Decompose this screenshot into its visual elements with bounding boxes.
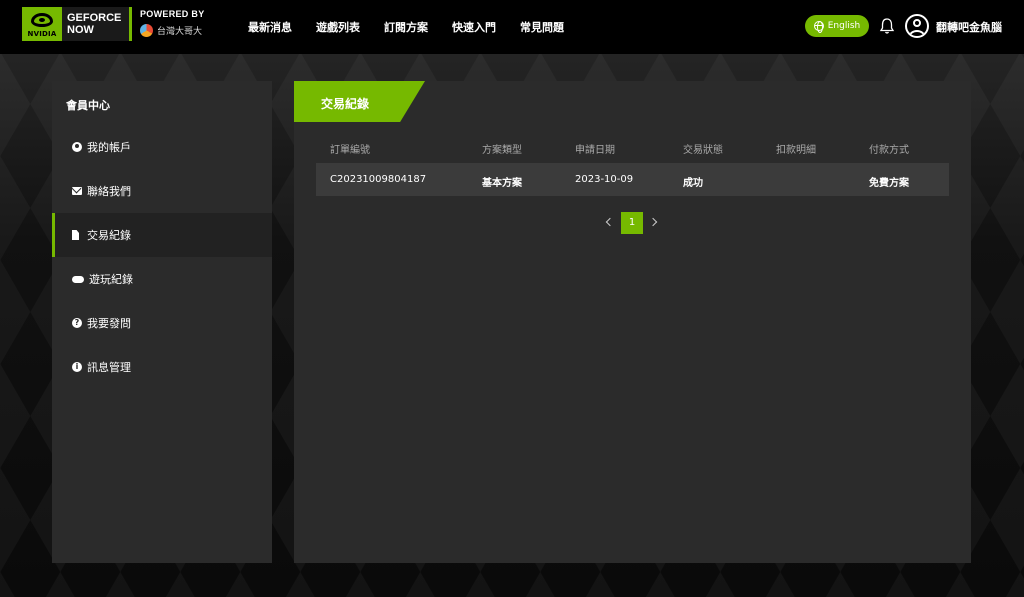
- table-header: 訂單編號 方案類型 申請日期 交易狀態 扣款明細 付款方式: [316, 136, 949, 160]
- column-plan-type: 方案類型: [482, 145, 522, 156]
- sidebar-item-label: 交易紀錄: [87, 229, 131, 242]
- sidebar-item-label: 我的帳戶: [87, 141, 131, 154]
- bell-icon[interactable]: [879, 17, 895, 35]
- sidebar-item-messages[interactable]: i 訊息管理: [52, 345, 272, 389]
- main-menu: 最新消息 遊戲列表 訂閱方案 快速入門 常見問題: [248, 19, 588, 35]
- nav-item-games[interactable]: 遊戲列表: [316, 19, 360, 35]
- user-avatar-icon[interactable]: [905, 14, 929, 38]
- sidebar-item-label: 訊息管理: [87, 361, 131, 374]
- sidebar-item-label: 我要發問: [87, 317, 131, 330]
- nvidia-logo-text: NVIDIA: [27, 30, 57, 38]
- powered-by-block: POWERED BY 台灣大哥大: [140, 9, 220, 37]
- globe-icon: [813, 21, 824, 33]
- column-order-number: 訂單編號: [330, 145, 370, 156]
- transaction-table: 訂單編號 方案類型 申請日期 交易狀態 扣款明細 付款方式 C202310098…: [316, 136, 949, 196]
- geforce-now-logo[interactable]: NVIDIA GEFORCE NOW: [22, 7, 132, 41]
- cell-apply-date: 2023-10-09: [575, 174, 634, 185]
- pagination: 1: [600, 212, 660, 234]
- transaction-panel: 交易紀錄 訂單編號 方案類型 申請日期 交易狀態 扣款明細 付款方式 C2023…: [294, 81, 971, 563]
- question-icon: ?: [72, 318, 82, 328]
- mail-icon: [72, 187, 82, 195]
- powered-by-label: POWERED BY: [140, 9, 205, 19]
- product-name-line2: NOW: [67, 24, 94, 36]
- previous-page-button[interactable]: [604, 216, 615, 230]
- user-icon: [72, 142, 82, 152]
- nav-item-news[interactable]: 最新消息: [248, 19, 292, 35]
- nav-item-faq[interactable]: 常見問題: [520, 19, 564, 35]
- language-button[interactable]: English: [805, 15, 869, 37]
- sidebar-item-contact-us[interactable]: 聯絡我們: [52, 169, 272, 213]
- column-payment-method: 付款方式: [869, 145, 909, 156]
- cell-order-number: C20231009804187: [330, 174, 427, 185]
- column-status: 交易狀態: [683, 145, 723, 156]
- username[interactable]: 翻轉吧金魚腦: [936, 19, 1002, 35]
- product-name-line1: GEFORCE: [67, 12, 122, 24]
- column-apply-date: 申請日期: [575, 145, 615, 156]
- nvidia-logo: NVIDIA: [22, 7, 62, 41]
- nvidia-eye-icon: [31, 13, 53, 27]
- page-title: 交易紀錄: [321, 97, 370, 111]
- nav-item-getting-started[interactable]: 快速入門: [452, 19, 496, 35]
- partner-name: 台灣大哥大: [157, 26, 203, 36]
- member-sidebar: 會員中心 我的帳戶 聯絡我們 交易紀錄 遊玩紀錄 ? 我要發問 i 訊息管理: [52, 81, 272, 563]
- cell-status: 成功: [683, 178, 703, 189]
- info-icon: i: [72, 362, 82, 372]
- chevron-left-icon: [605, 217, 615, 227]
- sidebar-item-transactions[interactable]: 交易紀錄: [52, 213, 272, 257]
- cell-payment-method: 免費方案: [869, 178, 909, 189]
- product-name: GEFORCE NOW: [62, 7, 132, 41]
- column-charge-details: 扣款明細: [776, 145, 816, 156]
- nav-item-plans[interactable]: 訂閱方案: [384, 19, 428, 35]
- partner-logo: 台灣大哥大: [140, 24, 220, 37]
- sidebar-item-label: 聯絡我們: [87, 185, 131, 198]
- table-row: C20231009804187 基本方案 2023-10-09 成功 免費方案: [316, 163, 949, 196]
- sidebar-item-play-history[interactable]: 遊玩紀錄: [52, 257, 272, 301]
- sidebar-item-ask-question[interactable]: ? 我要發問: [52, 301, 272, 345]
- top-navigation-bar: NVIDIA GEFORCE NOW POWERED BY 台灣大哥大 最新消息…: [0, 0, 1024, 54]
- sidebar-title: 會員中心: [66, 99, 110, 112]
- partner-logo-icon: [140, 24, 153, 37]
- chevron-right-icon: [648, 217, 658, 227]
- page-number-current[interactable]: 1: [621, 212, 643, 234]
- gamepad-icon: [72, 275, 84, 283]
- language-label: English: [827, 21, 861, 31]
- next-page-button[interactable]: [648, 216, 660, 230]
- sidebar-item-my-account[interactable]: 我的帳戶: [52, 125, 272, 169]
- document-icon: [72, 230, 79, 240]
- sidebar-item-label: 遊玩紀錄: [89, 273, 133, 286]
- cell-plan-type: 基本方案: [482, 178, 522, 189]
